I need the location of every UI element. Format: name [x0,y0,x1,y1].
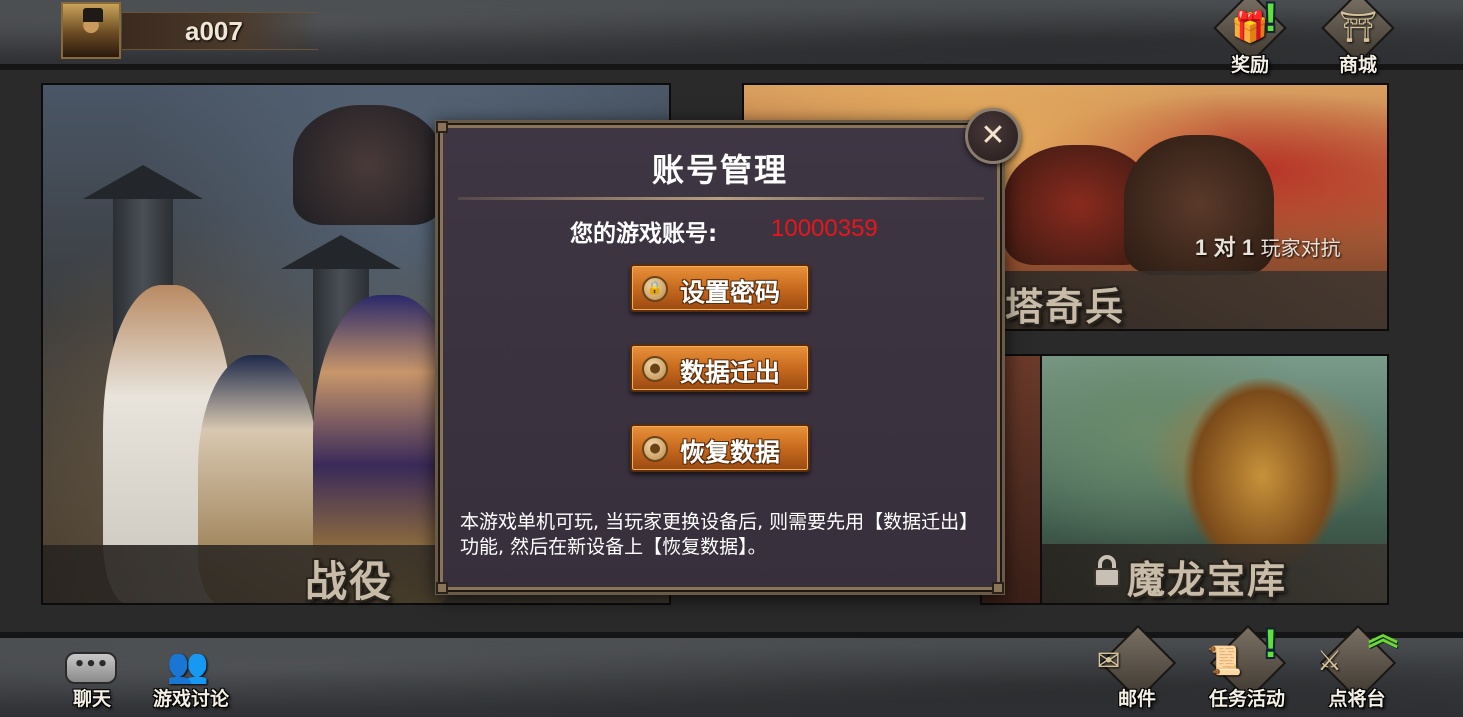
rewards-alert-icon: ! [1264,0,1278,40]
general-button[interactable]: ⚔ 点将台 ︽ [1302,618,1412,717]
forum-label: 游戏讨论 [152,688,229,710]
padlock-icon: 🔒 [642,276,668,302]
rewards-button[interactable]: 🎁 奖励 ! [1210,0,1290,78]
pvp-mode-label: 1 对 1 玩家对抗 [1195,235,1341,260]
chat-bubble-icon: ••• [65,652,117,684]
mail-label: 邮件 [1117,688,1156,710]
quest-button[interactable]: 📜 任务活动 ! [1192,622,1302,717]
gift-icon: 🎁 [1231,10,1269,45]
export-data-button[interactable]: ● 数据迁出 [630,344,810,392]
forum-button[interactable]: 👥 游戏讨论 [136,628,246,717]
campaign-title: 战役 [305,557,394,606]
lock-icon [1094,555,1120,587]
paw-icon: ● [642,436,668,462]
dialog-corner [436,582,448,594]
dialog-corner [992,582,1004,594]
people-icon: 👥 [166,646,210,686]
quest-label: 任务活动 [1208,688,1285,710]
dragon-vault-title: 魔龙宝库 [1127,558,1288,602]
shop-label: 商城 [1338,54,1377,76]
tower-roof-right [281,235,401,269]
set-password-label: 设置密码 [680,278,781,307]
pagoda-icon: ⛩ [1338,10,1378,45]
general-label: 点将台 [1328,688,1386,710]
account-label: 您的游戏账号: [570,221,718,247]
dragon-statue [293,105,443,225]
dialog-title: 账号管理 [651,151,788,189]
pvp-title: 塔奇兵 [1005,285,1126,329]
close-icon: ✕ [980,118,1006,153]
avatar-hat [83,8,103,22]
dialog-divider [458,197,984,200]
player-name: a007 [185,16,243,46]
player-avatar[interactable] [61,2,121,59]
paw-icon: ● [642,356,668,382]
chat-button[interactable]: ••• 聊天 [37,628,147,717]
account-value: 10000359 [771,215,878,242]
tower-roof-left [83,165,203,199]
restore-data-button[interactable]: ● 恢复数据 [630,424,810,472]
chat-label: 聊天 [72,688,111,710]
close-dialog-button[interactable]: ✕ [965,108,1021,164]
envelope-icon: ✉ [1097,644,1121,677]
upgrade-chevron-icon: ︽ [1368,618,1398,653]
restore-data-label: 恢复数据 [680,438,781,467]
account-dialog: 账号管理 您的游戏账号: 10000359 🔒 设置密码 ● 数据迁出 ● 恢复… [435,120,1005,595]
dialog-note: 本游戏单机可玩, 当玩家更换设备后, 则需要先用【数据迁出】功能, 然后在新设备… [460,511,979,558]
set-password-button[interactable]: 🔒 设置密码 [630,264,810,312]
rewards-label: 奖励 [1230,54,1269,76]
quest-alert-icon: ! [1264,622,1278,666]
export-data-label: 数据迁出 [680,358,781,387]
mail-button[interactable]: ✉ 邮件 [1082,624,1192,717]
dialog-corner [436,121,448,133]
shop-button[interactable]: ⛩ 商城 [1318,0,1398,78]
